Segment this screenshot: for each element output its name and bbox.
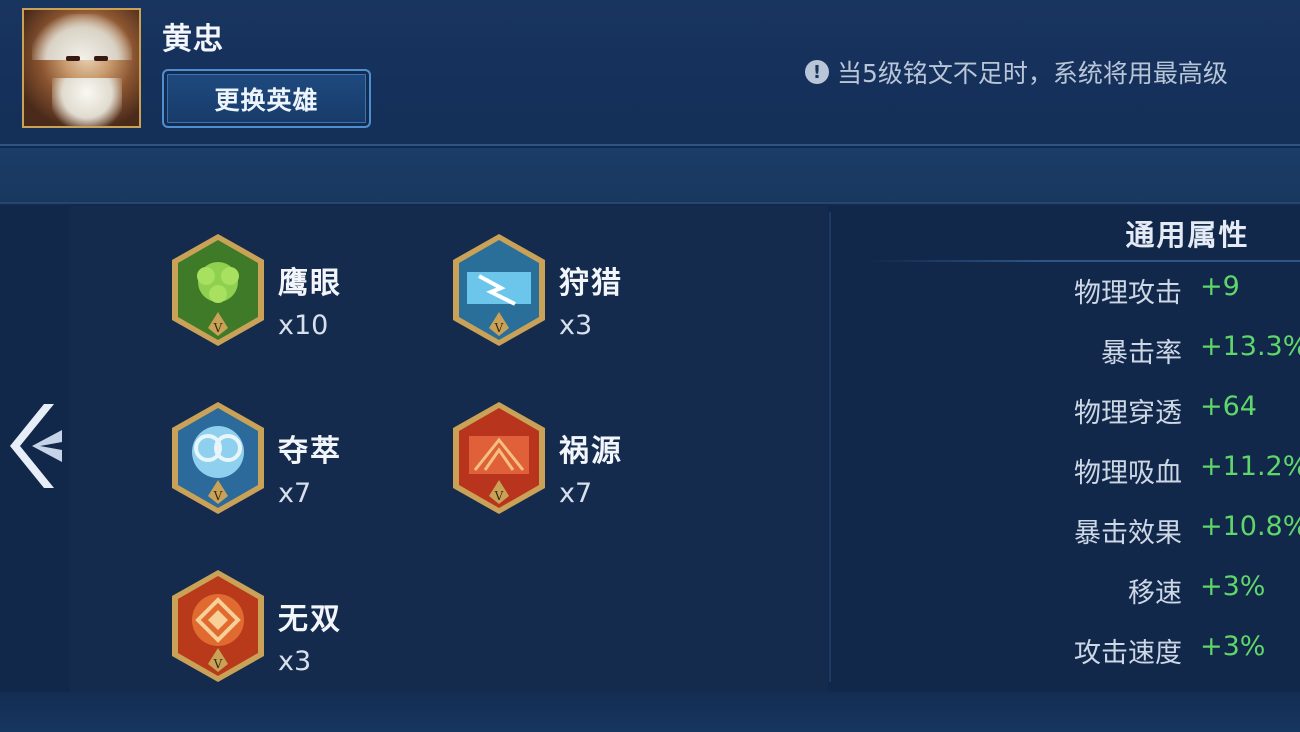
rune-name: 狩猎 [559,266,623,301]
change-hero-button[interactable]: 更换英雄 [162,69,371,128]
rune-count: x7 [278,478,312,509]
avatar-beard [52,78,122,126]
rune-count: x7 [559,478,593,509]
stats-title-divider [868,260,1300,262]
rune-item[interactable]: V 无双 x3 [168,568,428,688]
stat-row: 移速 +3% [1000,571,1300,611]
stat-value: +13.3% [1200,331,1300,362]
rune-item[interactable]: V 祸源 x7 [449,400,709,520]
avatar-hair [32,14,132,60]
stat-row: 物理穿透 +64 [1000,391,1300,431]
back-arrow-icon[interactable] [4,400,66,492]
rune-count: x3 [278,646,312,677]
stat-label: 物理吸血 [1074,458,1182,489]
rune-name: 鹰眼 [278,266,342,301]
stat-label: 暴击效果 [1074,518,1182,549]
stat-value: +64 [1200,391,1257,422]
stat-row: 暴击率 +13.3% [1000,331,1300,371]
svg-text:V: V [213,489,223,503]
plunder-rune-icon: V [172,402,264,514]
hunt-rune-icon: V [453,234,545,346]
rune-name: 无双 [278,602,342,637]
hero-avatar[interactable] [22,8,141,128]
eagle-eye-rune-icon: V [172,234,264,346]
stat-value: +10.8% [1200,511,1300,542]
stat-label: 物理攻击 [1074,278,1182,309]
svg-text:V: V [213,657,223,671]
stat-row: 暴击效果 +10.8% [1000,511,1300,551]
stat-label: 物理穿透 [1074,398,1182,429]
stat-value: +3% [1200,631,1266,662]
rune-name: 祸源 [559,434,623,469]
notice-text: 当5级铭文不足时，系统将用最高级 [837,59,1228,88]
peerless-rune-icon: V [172,570,264,682]
hero-name: 黄忠 [162,22,224,57]
stat-value: +11.2% [1200,451,1300,482]
stat-label: 暴击率 [1101,338,1182,369]
stat-row: 物理吸血 +11.2% [1000,451,1300,491]
stat-label: 攻击速度 [1074,638,1182,669]
svg-text:V: V [494,321,504,335]
avatar-eye [66,56,80,61]
stat-label: 移速 [1128,578,1182,609]
avatar-eye [94,56,108,61]
bottom-strip [0,692,1300,732]
rune-notice: ! 当5级铭文不足时，系统将用最高级 [805,54,1228,90]
rune-count: x3 [559,310,593,341]
stats-title: 通用属性 [1125,218,1250,252]
svg-text:V: V [213,321,223,335]
stat-value: +9 [1200,271,1240,302]
rune-item[interactable]: V 夺萃 x7 [168,400,428,520]
stat-row: 物理攻击 +9 [1000,271,1300,311]
stat-value: +3% [1200,571,1266,602]
header-band [0,148,1300,204]
rune-count: x10 [278,310,329,341]
panel-divider [829,212,831,682]
svg-text:V: V [494,489,504,503]
rune-name: 夺萃 [278,434,342,469]
calamity-rune-icon: V [453,402,545,514]
stat-row: 攻击速度 +3% [1000,631,1300,671]
rune-item[interactable]: V 狩猎 x3 [449,232,709,352]
warning-icon: ! [805,60,829,84]
rune-item[interactable]: V 鹰眼 x10 [168,232,428,352]
